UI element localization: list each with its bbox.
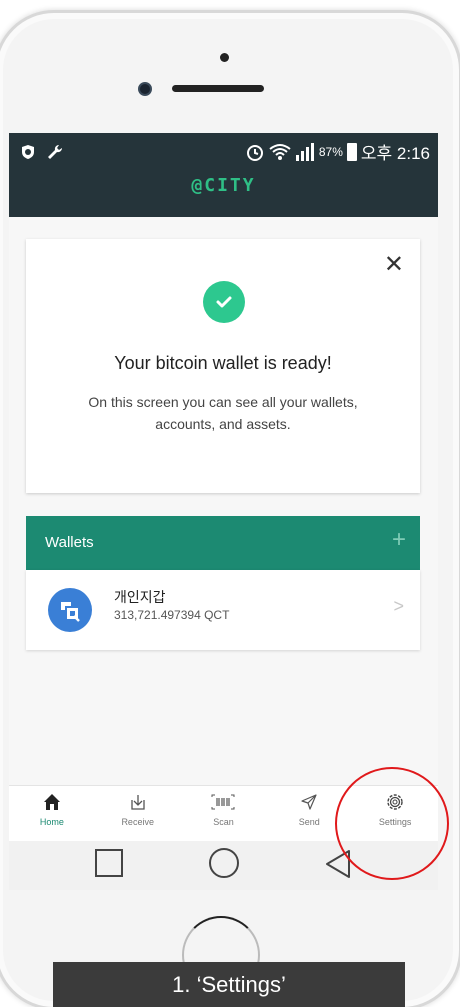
wallet-logo-icon xyxy=(61,602,80,622)
send-icon xyxy=(300,792,318,812)
nav-receive[interactable]: Receive xyxy=(95,786,181,841)
proximity-sensor xyxy=(220,53,229,62)
add-wallet-button[interactable]: + xyxy=(392,526,406,554)
barcode-icon xyxy=(210,792,236,812)
wrench-icon xyxy=(47,144,62,159)
nav-label-receive: Receive xyxy=(121,817,154,827)
front-camera xyxy=(138,82,152,96)
app-logo: @CITY xyxy=(191,175,256,196)
notification-icons xyxy=(19,141,64,161)
wallet-name: 개인지갑 xyxy=(114,590,166,606)
shield-icon xyxy=(22,144,34,159)
ready-description: On this screen you can see all your wall… xyxy=(88,394,358,432)
nav-label-home: Home xyxy=(39,817,64,827)
clock: 오후 2:16 xyxy=(360,144,430,163)
recent-apps-button[interactable] xyxy=(95,849,123,877)
signal-icon xyxy=(295,142,314,161)
wallets-title: Wallets xyxy=(45,534,94,551)
settings-highlight-circle xyxy=(335,767,449,880)
ready-title: Your bitcoin wallet is ready! xyxy=(114,353,332,373)
check-icon xyxy=(203,281,245,323)
nav-scan[interactable]: Scan xyxy=(181,786,267,841)
earpiece-speaker xyxy=(172,85,264,92)
wallet-balance: 313,721.497394 QCT xyxy=(114,608,230,622)
status-bar: 87% 오후 2:16 @CITY xyxy=(9,133,438,217)
wallet-list-item[interactable]: 개인지갑 313,721.497394 QCT > xyxy=(26,570,420,650)
wifi-icon xyxy=(269,143,291,160)
status-icons: 87% 오후 2:16 xyxy=(245,139,430,164)
chevron-right-icon: > xyxy=(393,596,404,616)
nav-label-send: Send xyxy=(298,817,320,827)
step-caption: 1. ‘Settings’ xyxy=(53,962,405,1007)
nav-home[interactable]: Home xyxy=(9,786,95,841)
battery-icon xyxy=(346,142,357,161)
close-icon[interactable]: ✕ xyxy=(384,253,404,277)
wallet-ready-card: ✕ Your bitcoin wallet is ready! On this … xyxy=(26,239,420,493)
battery-percent: 87% xyxy=(318,144,343,159)
android-home-button[interactable] xyxy=(209,848,239,878)
nav-label-scan: Scan xyxy=(213,817,234,827)
receive-icon xyxy=(129,792,147,812)
home-icon xyxy=(43,792,61,812)
wallet-avatar xyxy=(48,588,92,632)
alarm-icon xyxy=(246,144,263,161)
wallets-header: Wallets + xyxy=(26,516,420,570)
